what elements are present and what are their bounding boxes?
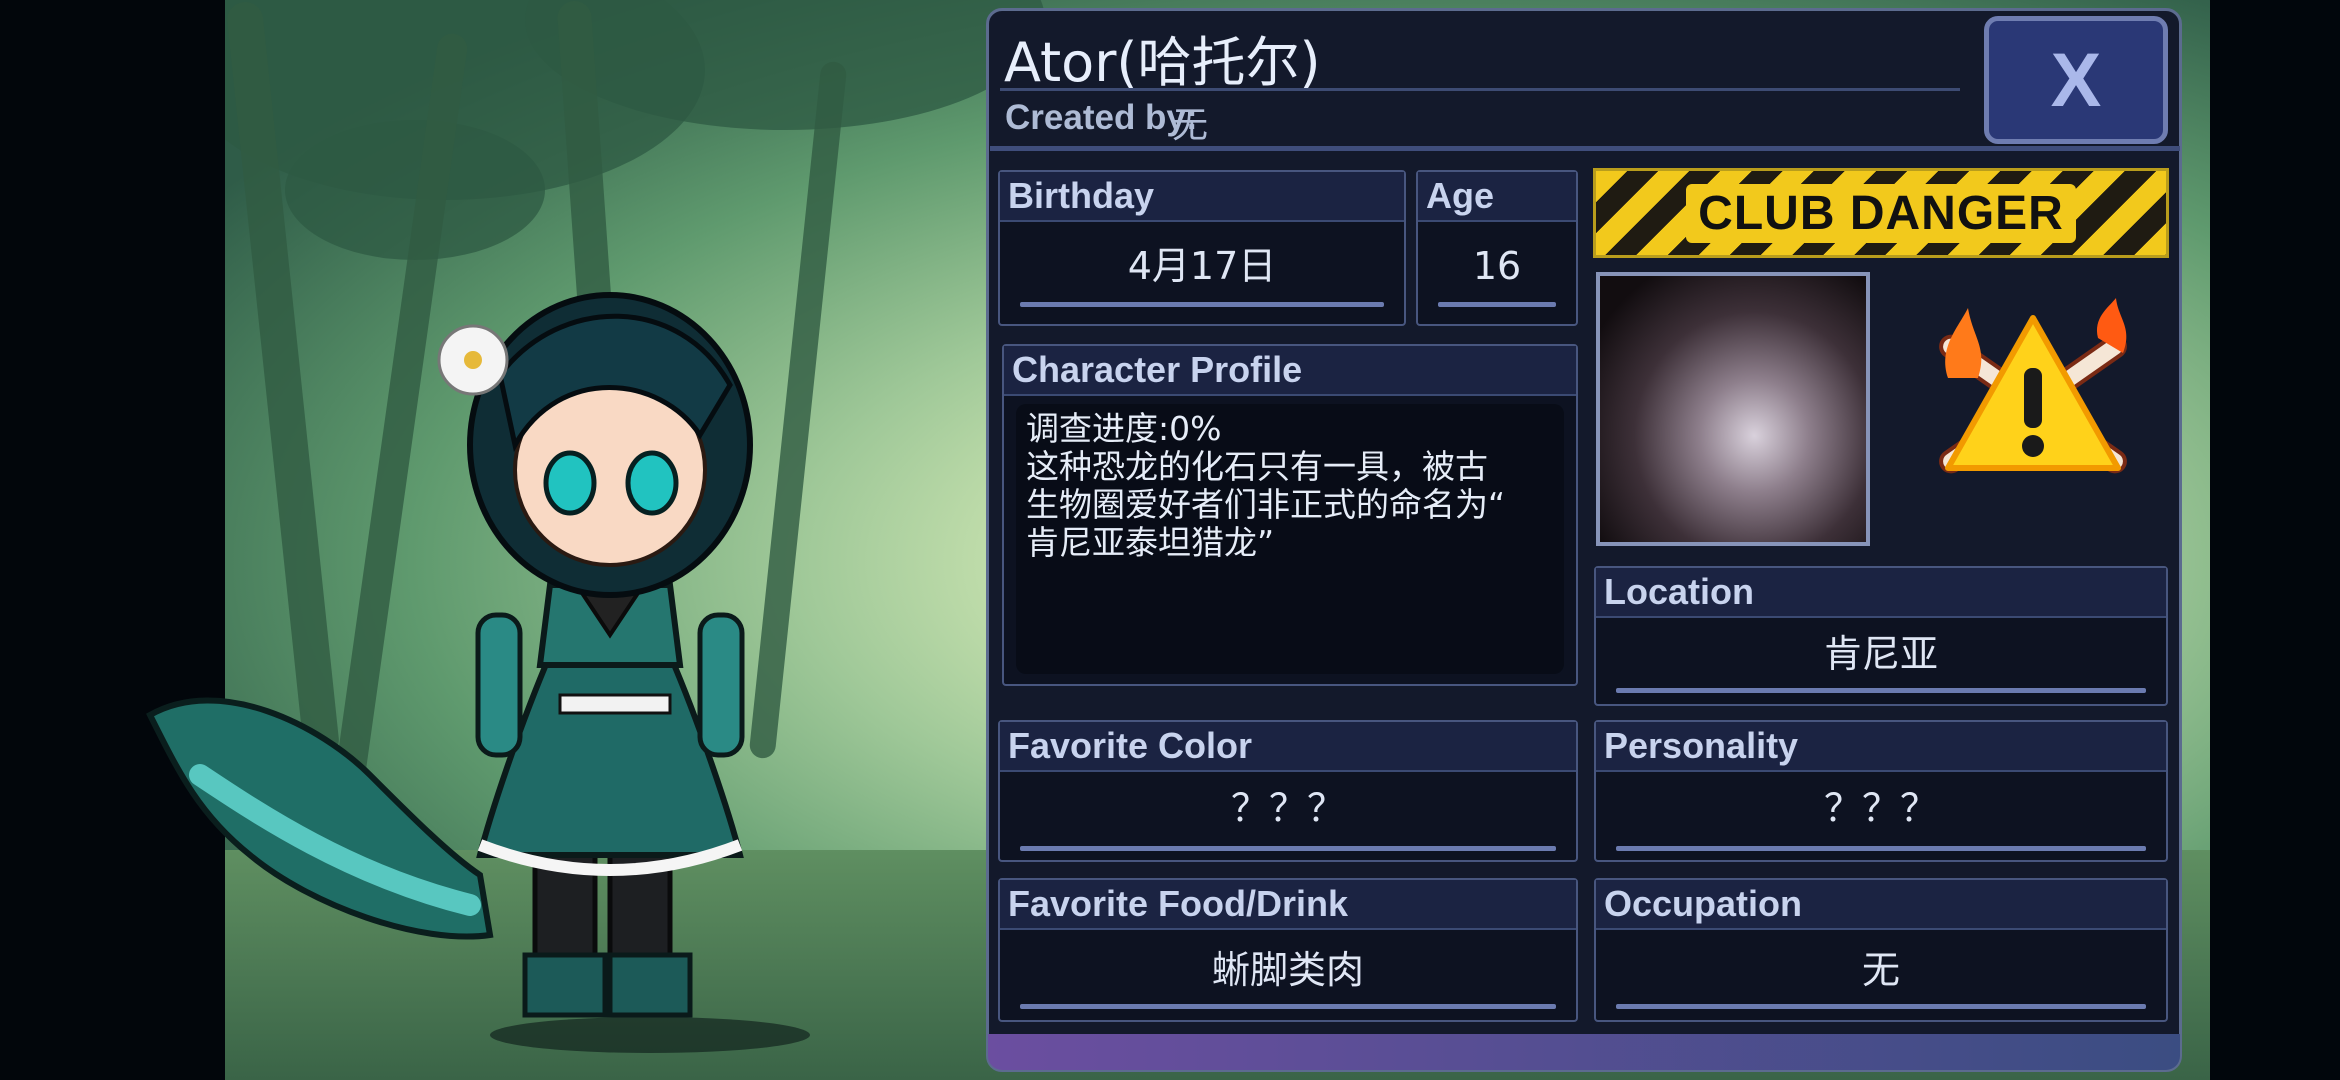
location-label: Location	[1596, 568, 2166, 618]
birthday-underline	[1020, 302, 1384, 307]
character-avatar	[146, 292, 810, 1053]
location-underline	[1616, 688, 2146, 693]
club-name: CLUB DANGER	[1596, 171, 2166, 255]
favorite-color-label: Favorite Color	[1000, 722, 1576, 772]
character-profile-text[interactable]: 调查进度:0% 这种恐龙的化石只有一具，被古 生物圈爱好者们非正式的命名为“ 肯…	[1016, 404, 1564, 674]
favorite-color-underline	[1020, 846, 1556, 851]
personality-underline	[1616, 846, 2146, 851]
favorite-food-value[interactable]: 蜥脚类肉	[1000, 944, 1576, 996]
favorite-food-underline	[1020, 1004, 1556, 1009]
header-divider	[990, 146, 2180, 151]
birthday-label: Birthday	[1000, 172, 1404, 222]
age-field: Age 16	[1416, 170, 1578, 326]
location-value[interactable]: 肯尼亚	[1596, 628, 2166, 680]
club-banner: CLUB DANGER	[1593, 168, 2169, 258]
location-field: Location 肯尼亚	[1594, 566, 2168, 706]
character-profile-field: Character Profile 调查进度:0% 这种恐龙的化石只有一具，被古…	[1002, 344, 1578, 686]
close-icon: X	[2050, 37, 2102, 123]
age-value[interactable]: 16	[1418, 240, 1576, 292]
created-by-label: Created by:	[1005, 98, 1198, 137]
birthday-value[interactable]: 4月17日	[1000, 240, 1404, 292]
personality-value[interactable]: ？？？	[1596, 782, 2166, 834]
personality-label: Personality	[1596, 722, 2166, 772]
close-button[interactable]: X	[1984, 16, 2168, 144]
occupation-underline	[1616, 1004, 2146, 1009]
age-underline	[1438, 302, 1556, 307]
character-profile-label: Character Profile	[1004, 346, 1576, 396]
character-name: Ator(哈托尔)	[1004, 31, 1321, 94]
favorite-color-value[interactable]: ？？？	[1000, 782, 1576, 834]
occupation-label: Occupation	[1596, 880, 2166, 930]
club-name-text: CLUB DANGER	[1686, 183, 2076, 243]
birthday-field: Birthday 4月17日	[998, 170, 1406, 326]
screen-edge	[2210, 0, 2340, 1080]
occupation-value[interactable]: 无	[1596, 944, 2166, 996]
favorite-food-field: Favorite Food/Drink 蜥脚类肉	[998, 878, 1578, 1022]
created-by-value: 无	[1172, 105, 1209, 146]
personality-field: Personality ？？？	[1594, 720, 2168, 862]
club-image[interactable]	[1596, 272, 1870, 546]
age-label: Age	[1418, 172, 1576, 222]
panel-footer-bar	[988, 1034, 2180, 1070]
occupation-field: Occupation 无	[1594, 878, 2168, 1022]
warning-skull-icon	[1939, 298, 2127, 474]
favorite-color-field: Favorite Color ？？？	[998, 720, 1578, 862]
favorite-food-label: Favorite Food/Drink	[1000, 880, 1576, 930]
